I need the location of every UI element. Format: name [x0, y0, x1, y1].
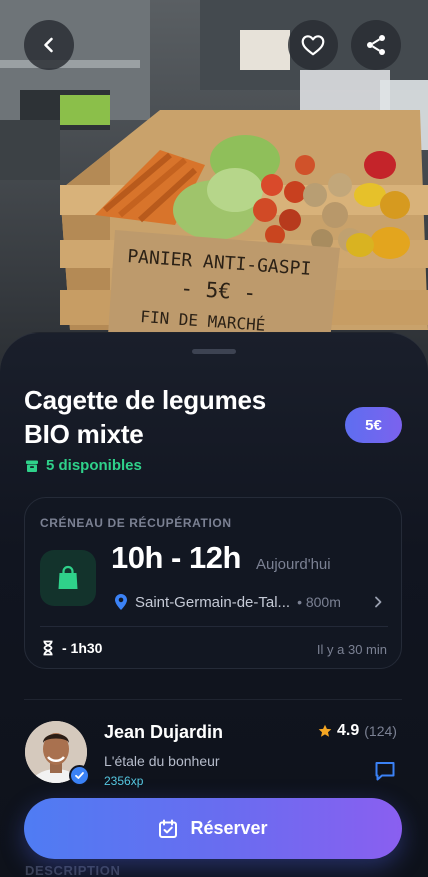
- heart-icon: [301, 35, 325, 56]
- verified-badge: [69, 765, 90, 786]
- offer-title-line-1: Cagette de legumes: [24, 385, 267, 415]
- seller-rating: 4.9 (124): [318, 722, 397, 740]
- back-button[interactable]: [24, 20, 74, 70]
- pickup-location[interactable]: Saint-Germain-de-Tal... • 800m: [114, 593, 341, 611]
- pickup-address: Saint-Germain-de-Tal...: [135, 593, 291, 611]
- box-icon: [26, 460, 38, 472]
- seller-name[interactable]: Jean Dujardin: [104, 722, 223, 743]
- share-icon: [367, 35, 385, 55]
- hourglass-icon: [43, 640, 53, 656]
- star-icon: [318, 724, 332, 737]
- reserve-label: Réserver: [190, 818, 268, 838]
- seller-xp: 2356xp: [104, 774, 144, 788]
- location-pin-icon: [115, 594, 127, 610]
- chevron-right-icon[interactable]: [372, 595, 384, 609]
- calendar-check-icon: [159, 819, 178, 838]
- shop-name: L'étale du bonheur: [104, 753, 220, 769]
- pickup-label: CRÉNEAU DE RÉCUPÉRATION: [40, 516, 232, 530]
- countdown: - 1h30: [42, 640, 102, 656]
- pickup-time: 10h - 12h: [111, 540, 241, 575]
- section-divider: [24, 699, 402, 700]
- shopping-bag-tile: [40, 550, 96, 606]
- review-count: (124): [364, 723, 397, 739]
- description-label: DESCRIPTION: [25, 863, 121, 877]
- details-sheet: Cagette de legumes BIO mixte 5€ 5 dispon…: [0, 332, 428, 877]
- price-badge: 5€: [345, 407, 402, 443]
- share-button[interactable]: [351, 20, 401, 70]
- chevron-left-icon: [44, 37, 53, 53]
- posted-time: Il y a 30 min: [316, 642, 387, 657]
- sheet-handle[interactable]: [192, 349, 236, 354]
- stock-indicator: 5 disponibles: [25, 457, 142, 474]
- countdown-value: - 1h30: [62, 640, 103, 656]
- check-icon: [75, 772, 84, 779]
- reserve-button[interactable]: Réserver: [24, 798, 402, 859]
- chat-icon[interactable]: [374, 760, 396, 782]
- rating-value: 4.9: [337, 722, 360, 739]
- stock-label: 5 disponibles: [46, 457, 142, 474]
- pickup-distance: • 800m: [297, 594, 341, 610]
- pickup-day: Aujourd'hui: [256, 556, 331, 573]
- card-divider: [40, 626, 388, 627]
- offer-title: Cagette de legumes BIO mixte: [24, 383, 324, 451]
- shopping-bag-icon: [58, 565, 78, 589]
- favorite-button[interactable]: [288, 20, 338, 70]
- pickup-card: CRÉNEAU DE RÉCUPÉRATION 10h - 12h Aujour…: [24, 497, 402, 669]
- offer-title-line-2: BIO mixte: [24, 419, 144, 449]
